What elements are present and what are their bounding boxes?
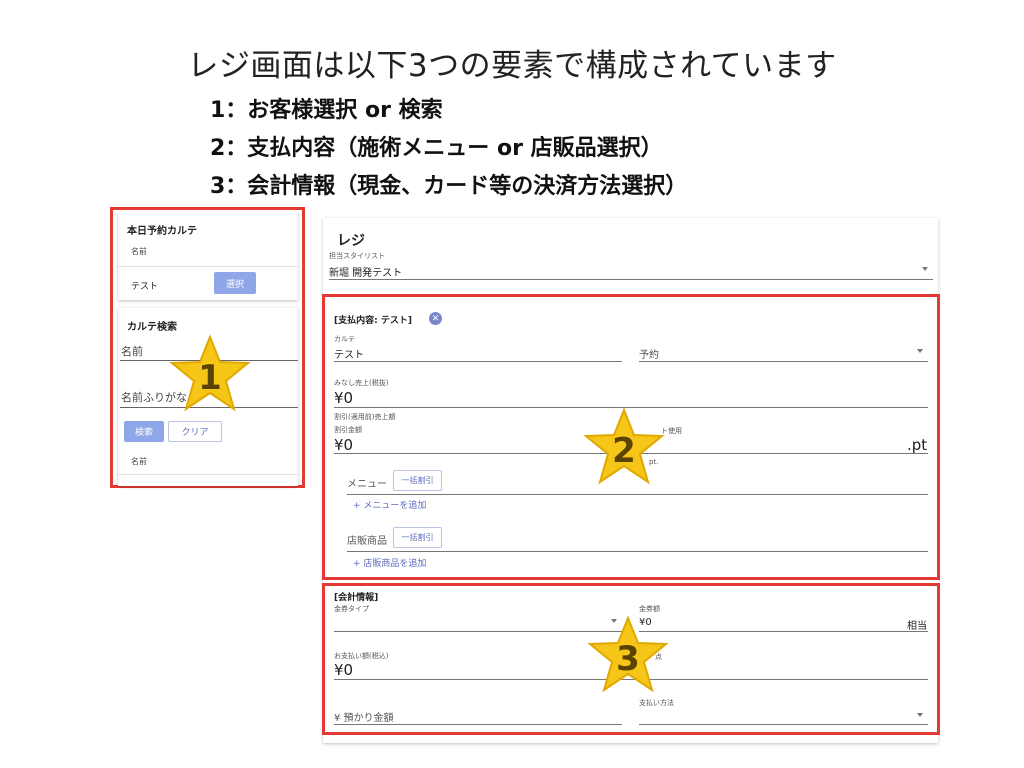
today-name-header: 名前 [131, 247, 147, 256]
result-name-header: 名前 [131, 457, 147, 466]
stylist-label: 担当スタイリスト [329, 252, 385, 260]
today-row-name: テスト [131, 282, 159, 292]
star-icon: 1 [169, 334, 251, 412]
divider [118, 474, 298, 475]
register-title: レジ [337, 233, 365, 249]
stylist-select[interactable] [329, 279, 933, 280]
stylist-value: 新堀 開発テスト [329, 268, 403, 279]
list-item-1: 1：お客様選択 or 検索 [210, 98, 443, 123]
slide-title: レジ画面は以下3つの要素で構成されています [187, 48, 837, 84]
star-icon: 2 [583, 407, 665, 485]
element-list: 1：お客様選択 or 検索 2：支払内容（施術メニュー or 店販品選択） 3：… [210, 92, 687, 206]
search-button[interactable]: 検索 [124, 421, 164, 442]
list-item-2: 2：支払内容（施術メニュー or 店販品選択） [210, 136, 663, 161]
divider [118, 266, 298, 267]
today-reservation-card: 本日予約カルテ 名前 テスト 選択 [118, 212, 298, 300]
karte-search-title: カルテ検索 [127, 322, 177, 333]
star-icon: 3 [587, 615, 669, 693]
marker-1-label: 1 [198, 358, 222, 398]
marker-3-label: 3 [616, 639, 640, 679]
select-customer-button[interactable]: 選択 [214, 272, 256, 294]
chevron-down-icon[interactable] [922, 267, 928, 271]
clear-button[interactable]: クリア [168, 421, 222, 442]
today-reservation-title: 本日予約カルテ [127, 226, 197, 237]
name-field-label: 名前 [121, 345, 143, 358]
list-item-3: 3：会計情報（現金、カード等の決済方法選択） [210, 174, 688, 199]
marker-2-label: 2 [612, 431, 636, 471]
